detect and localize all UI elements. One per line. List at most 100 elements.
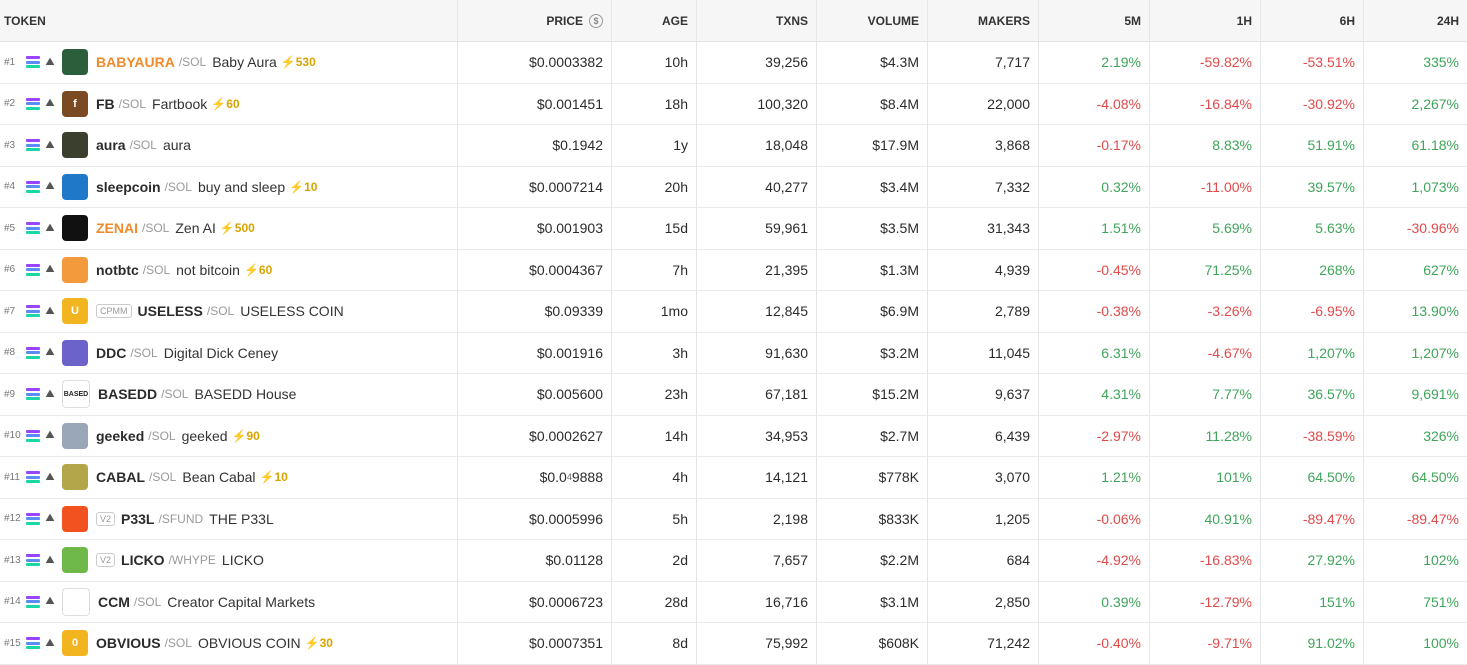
change-5m-cell: -4.08% (1039, 83, 1150, 124)
table-row[interactable]: #12 ⛰ V2 P33L/SFUND THE P33L $0.0005996 5h 2,19… (0, 498, 1467, 540)
txns-value: 34,953 (765, 427, 808, 444)
change-24h-cell: -30.96% (1364, 208, 1467, 249)
table-row[interactable]: #7 ⛰ U CPMM USELESS/SOL USELESS COIN $0.09339 1… (0, 291, 1467, 333)
table-row[interactable]: #5 ⛰ ZENAI/SOL Zen AI ⚡500 $0.001903 15d 59,961… (0, 208, 1467, 250)
token-symbol[interactable]: DDC (96, 345, 126, 361)
column-header-volume[interactable]: VOLUME (817, 0, 928, 41)
token-symbol[interactable]: BABYAURA (96, 54, 175, 70)
makers-value: 4,939 (994, 261, 1030, 278)
price-cell: $0.005600 (458, 374, 612, 415)
volume-value: $2.7M (880, 427, 919, 444)
chain-icon (26, 139, 40, 152)
column-header-1h[interactable]: 1H (1150, 0, 1261, 41)
change-6h-value: 36.57% (1307, 386, 1355, 403)
price-value: $0.001916 (536, 344, 603, 361)
column-header-price[interactable]: PRICE $ (458, 0, 612, 41)
price-value: $0.0 (539, 469, 567, 486)
token-cell[interactable]: #7 ⛰ U CPMM USELESS/SOL USELESS COIN (0, 291, 458, 332)
volume-value: $8.4M (880, 95, 919, 112)
makers-value: 3,070 (994, 469, 1030, 486)
table-row[interactable]: #1 ⛰ BABYAURA/SOL Baby Aura ⚡530 $0.0003382 10… (0, 42, 1467, 84)
change-5m-cell: 1.51% (1039, 208, 1150, 249)
column-header-txns[interactable]: TXNS (697, 0, 817, 41)
rank-label: #14 (4, 596, 21, 608)
table-row[interactable]: #4 ⛰ sleepcoin/SOL buy and sleep ⚡10 $0.00072… (0, 166, 1467, 208)
token-symbol[interactable]: ZENAI (96, 220, 138, 236)
change-1h-value: -4.67% (1207, 344, 1252, 361)
table-row[interactable]: #3 ⛰ aura/SOL aura $0.1942 1y 18,048 $17.9M 3,86… (0, 125, 1467, 167)
token-cell[interactable]: #1 ⛰ BABYAURA/SOL Baby Aura ⚡530 (0, 42, 458, 83)
token-symbol[interactable]: P33L (121, 511, 154, 527)
table-row[interactable]: #15 ⛰ 0 OBVIOUS/SOL OBVIOUS COIN ⚡30 $0.000735… (0, 623, 1467, 665)
change-6h-cell: -6.95% (1261, 291, 1364, 332)
token-name: Creator Capital Markets (167, 593, 316, 610)
token-cell[interactable]: #10 ⛰ geeked/SOL geeked ⚡90 (0, 415, 458, 456)
token-symbol[interactable]: BASEDD (98, 386, 157, 402)
change-24h-value: -89.47% (1406, 510, 1459, 527)
rank-label: #10 (4, 430, 21, 442)
chain-icon (26, 637, 40, 650)
token-symbol[interactable]: aura (96, 137, 126, 153)
table-row[interactable]: #14 ⛰ CCM/SOL Creator Capital Markets $0.000… (0, 581, 1467, 623)
table-row[interactable]: #2 ⛰ f FB/SOL Fartbook ⚡60 $0.001451 18h 100,320… (0, 83, 1467, 125)
token-cell[interactable]: #8 ⛰ DDC/SOL Digital Dick Ceney (0, 332, 458, 373)
column-header-24h[interactable]: 24H (1364, 0, 1467, 41)
price-value: $0.0005996 (529, 510, 603, 527)
table-row[interactable]: #9 ⛰ BASED BASEDD/SOL BASEDD House $0.005600 2… (0, 374, 1467, 416)
change-24h-value: 61.18% (1411, 137, 1459, 154)
token-symbol[interactable]: CABAL (96, 469, 145, 485)
token-symbol[interactable]: notbtc (96, 262, 139, 278)
rank-label: #9 (4, 388, 16, 400)
token-cell[interactable]: #15 ⛰ 0 OBVIOUS/SOL OBVIOUS COIN ⚡30 (0, 623, 458, 664)
rank-label: #7 (4, 305, 16, 317)
volume-value: $15.2M (872, 386, 919, 403)
volume-value: $2.2M (880, 552, 919, 569)
token-cell[interactable]: #12 ⛰ V2 P33L/SFUND THE P33L (0, 498, 458, 539)
token-symbol[interactable]: LICKO (121, 552, 165, 568)
price-value: $0.0006723 (529, 593, 603, 610)
token-cell[interactable]: #2 ⛰ f FB/SOL Fartbook ⚡60 (0, 83, 458, 124)
column-header-token[interactable]: TOKEN (0, 0, 458, 41)
column-header-6h[interactable]: 6H (1261, 0, 1364, 41)
makers-cell: 4,939 (928, 249, 1039, 290)
price-cell: $0.09339 (458, 291, 612, 332)
table-row[interactable]: #6 ⛰ notbtc/SOL not bitcoin ⚡60 $0.0004367 7h 2… (0, 249, 1467, 291)
table-row[interactable]: #11 ⛰ CABAL/SOL Bean Cabal ⚡10 $0.0 4 9888 4h 14,… (0, 457, 1467, 499)
currency-toggle-icon[interactable]: $ (589, 13, 603, 28)
table-row[interactable]: #13 ⛰ V2 LICKO/WHYPE LICKO $0.01128 2d 7,657 $2.… (0, 540, 1467, 582)
change-24h-value: 1,073% (1411, 178, 1459, 195)
change-1h-cell: -59.82% (1150, 42, 1261, 83)
change-5m-cell: -4.92% (1039, 540, 1150, 581)
quote-pair: /SOL (149, 470, 177, 485)
token-cell[interactable]: #4 ⛰ sleepcoin/SOL buy and sleep ⚡10 (0, 166, 458, 207)
table-row[interactable]: #10 ⛰ geeked/SOL geeked ⚡90 $0.0002627 14h 34,9… (0, 415, 1467, 457)
table-row[interactable]: #8 ⛰ DDC/SOL Digital Dick Ceney $0.001916 3h 9… (0, 332, 1467, 374)
token-cell[interactable]: #13 ⛰ V2 LICKO/WHYPE LICKO (0, 540, 458, 581)
token-symbol[interactable]: OBVIOUS (96, 635, 161, 651)
txns-cell: 59,961 (697, 208, 817, 249)
change-6h-value: -38.59% (1302, 427, 1355, 444)
token-cell[interactable]: #11 ⛰ CABAL/SOL Bean Cabal ⚡10 (0, 457, 458, 498)
makers-value: 3,868 (994, 137, 1030, 154)
token-cell[interactable]: #14 ⛰ CCM/SOL Creator Capital Markets (0, 581, 458, 622)
quote-pair: /SOL (164, 179, 192, 194)
token-cell[interactable]: #5 ⛰ ZENAI/SOL Zen AI ⚡500 (0, 208, 458, 249)
rank-label: #12 (4, 513, 21, 525)
change-6h-cell: 268% (1261, 249, 1364, 290)
token-symbol[interactable]: CCM (98, 594, 130, 610)
token-symbol[interactable]: FB (96, 96, 115, 112)
token-symbol[interactable]: sleepcoin (96, 179, 161, 195)
age-cell: 14h (612, 415, 697, 456)
change-24h-cell: 335% (1364, 42, 1467, 83)
token-cell[interactable]: #6 ⛰ notbtc/SOL not bitcoin ⚡60 (0, 249, 458, 290)
makers-value: 22,000 (987, 95, 1030, 112)
column-header-age[interactable]: AGE (612, 0, 697, 41)
dex-icon: ⛰ (45, 180, 55, 193)
column-header-5m[interactable]: 5M (1039, 0, 1150, 41)
token-symbol[interactable]: geeked (96, 428, 144, 444)
column-header-makers[interactable]: MAKERS (928, 0, 1039, 41)
token-cell[interactable]: #3 ⛰ aura/SOL aura (0, 125, 458, 166)
price-value: $0.001451 (536, 95, 603, 112)
token-symbol[interactable]: USELESS (138, 303, 203, 319)
token-cell[interactable]: #9 ⛰ BASED BASEDD/SOL BASEDD House (0, 374, 458, 415)
